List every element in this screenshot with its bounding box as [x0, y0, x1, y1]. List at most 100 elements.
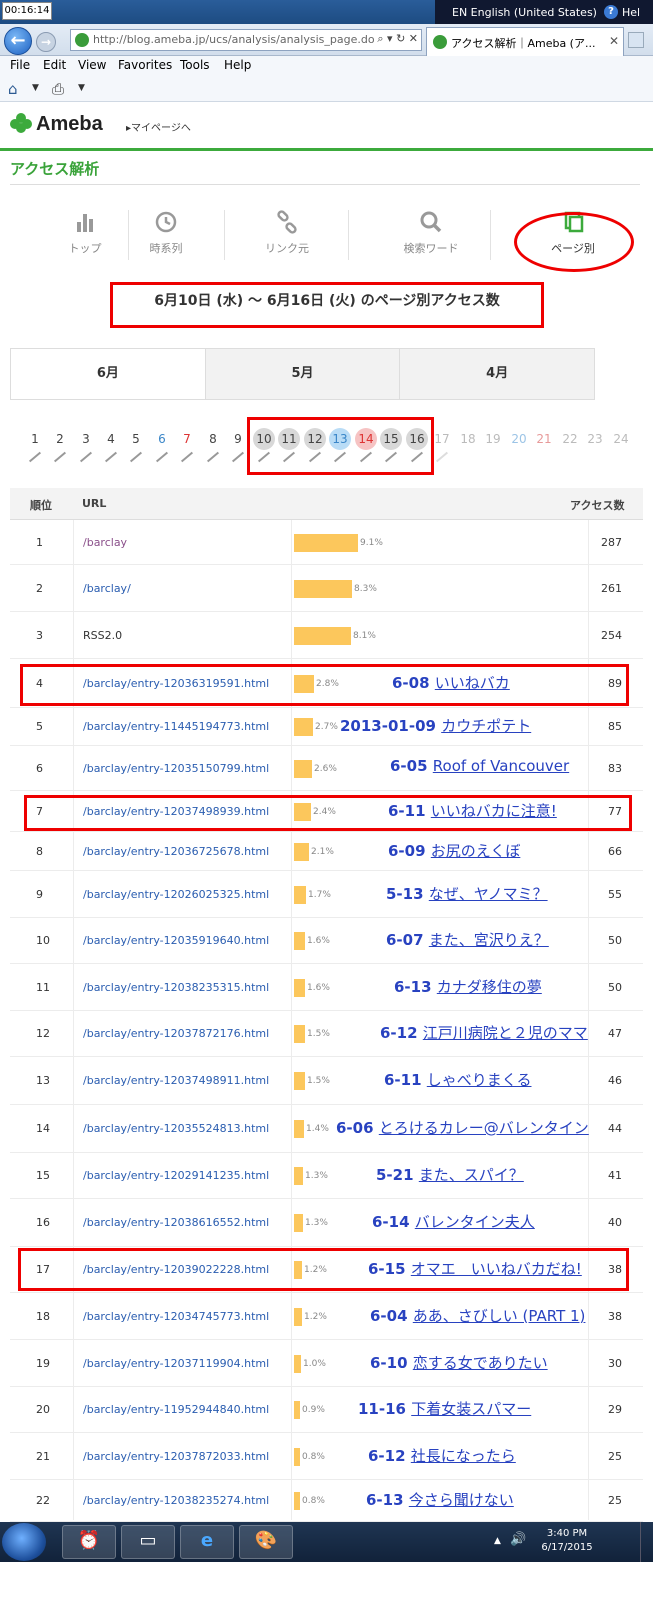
taskbar-ie-app[interactable]: e	[180, 1525, 234, 1559]
row-percentage: 1.5%	[307, 1076, 330, 1086]
row-percentage: 1.3%	[305, 1218, 328, 1228]
day-4[interactable]: 4	[99, 428, 123, 463]
row-url-link[interactable]: /barclay/entry-12038235315.html	[83, 981, 269, 994]
volume-icon[interactable]: 🔊	[510, 1532, 526, 1547]
mypage-link[interactable]: ▸マイページへ	[126, 119, 191, 134]
nav-search-words[interactable]: 検索ワード	[396, 210, 466, 256]
date-range-title: 6月10日 (水) ～ 6月16日 (火) のページ別アクセス数	[154, 293, 500, 309]
row-url-link[interactable]: /barclay/entry-12029141235.html	[83, 1169, 269, 1182]
row-rank: 12	[36, 1027, 50, 1040]
address-bar[interactable]: http://blog.ameba.jp/ucs/analysis/analys…	[70, 29, 422, 51]
menu-edit[interactable]: Edit	[43, 58, 66, 72]
row-url-link[interactable]: /barclay/entry-12026025325.html	[83, 888, 269, 901]
menu-help[interactable]: Help	[224, 58, 251, 72]
row-url-link[interactable]: /barclay/entry-11952944840.html	[83, 1403, 269, 1416]
day-7[interactable]: 7	[175, 428, 199, 463]
annotation-note: 11-16 下着女装スパマー	[358, 1398, 531, 1419]
day-6[interactable]: 6	[150, 428, 174, 463]
menu-favorites[interactable]: Favorites	[118, 58, 172, 72]
row-url-link[interactable]: /barclay/entry-12037498911.html	[83, 1074, 269, 1087]
show-desktop-button[interactable]	[640, 1522, 653, 1562]
annotation-title: しゃべりまくる	[426, 1071, 532, 1089]
table-row: 15/barclay/entry-12029141235.html 1.3% 41 5…	[10, 1153, 643, 1199]
row-url-link[interactable]: /barclay/entry-12035150799.html	[83, 762, 269, 775]
ameba-logo[interactable]: Ameba	[36, 113, 103, 136]
day-2[interactable]: 2	[48, 428, 72, 463]
row-url-link[interactable]: /barclay	[83, 536, 127, 549]
day-1[interactable]: 1	[23, 428, 47, 463]
row-percentage: 0.9%	[302, 1405, 325, 1415]
home-icon[interactable]: ⌂	[8, 80, 18, 98]
row-url-link[interactable]: /barclay/entry-11445194773.html	[83, 720, 269, 733]
row-url-link[interactable]: /barclay/entry-12036725678.html	[83, 845, 269, 858]
annotation-date: 11-16	[358, 1400, 406, 1418]
site-favicon-icon	[75, 33, 89, 47]
day-19: 19	[481, 428, 505, 450]
row-url-link[interactable]: /barclay/entry-12035524813.html	[83, 1122, 269, 1135]
row-url-link[interactable]: /barclay/entry-12037872033.html	[83, 1450, 269, 1463]
tab-june[interactable]: 6月	[11, 349, 205, 399]
ameba-logo-icon[interactable]	[10, 112, 32, 134]
menu-file[interactable]: File	[10, 58, 30, 72]
row-url-link[interactable]: /barclay/	[83, 582, 131, 595]
start-button[interactable]	[2, 1523, 46, 1561]
home-dropdown-icon[interactable]: ▼	[32, 83, 39, 93]
row-access-count: 46	[608, 1074, 622, 1087]
annotation-date: 6-13	[366, 1491, 404, 1509]
row-access-count: 41	[608, 1169, 622, 1182]
menu-tools[interactable]: Tools	[180, 58, 210, 72]
address-tools-icon[interactable]: ⌕ ▾ ↻ ✕	[377, 32, 418, 46]
taskbar-drive-app[interactable]: ▭	[121, 1525, 175, 1559]
tab-april[interactable]: 4月	[399, 349, 595, 399]
day-5[interactable]: 5	[124, 428, 148, 463]
browser-tab[interactable]: アクセス解析｜Ameba (ア... ✕	[426, 27, 624, 56]
annotation-note: 6-09 お尻のえくぼ	[388, 840, 520, 861]
annotation-note: 6-12 社長になったら	[368, 1445, 516, 1466]
row-url-link[interactable]: /barclay/entry-12037119904.html	[83, 1357, 269, 1370]
day-3[interactable]: 3	[74, 428, 98, 463]
tray-expand-icon[interactable]: ▲	[494, 1536, 501, 1546]
nav-separator	[490, 210, 491, 260]
annotation-note: 6-14 バレンタイン夫人	[372, 1211, 535, 1232]
annotation-note: 6-11 しゃべりまくる	[384, 1069, 531, 1090]
access-share-bar	[294, 580, 352, 598]
row-url-link[interactable]: /barclay/entry-12038235274.html	[83, 1494, 269, 1507]
nav-timeseries[interactable]: 時系列	[131, 210, 201, 256]
forward-button[interactable]: →	[36, 32, 56, 52]
taskbar-clock[interactable]: 3:40 PM 6/17/2015	[537, 1527, 597, 1555]
back-button[interactable]: ←	[4, 27, 32, 55]
row-percentage: 1.4%	[306, 1124, 329, 1134]
row-percentage: 8.3%	[354, 584, 377, 594]
nav-referrer[interactable]: リンク元	[252, 210, 322, 256]
taskbar-date: 6/17/2015	[541, 1542, 593, 1553]
row-rank: 21	[36, 1450, 50, 1463]
day-number: 7	[183, 432, 191, 446]
row-url-link[interactable]: /barclay/entry-12037872176.html	[83, 1027, 269, 1040]
new-tab-button[interactable]	[628, 32, 644, 48]
nav-top[interactable]: トップ	[50, 210, 120, 256]
taskbar-paint-app[interactable]: 🎨	[239, 1525, 293, 1559]
access-share-bar	[294, 979, 305, 997]
address-text[interactable]: http://blog.ameba.jp/ucs/analysis/analys…	[93, 33, 375, 46]
print-icon[interactable]: ⎙	[52, 80, 64, 98]
highlight-box	[18, 1248, 629, 1291]
row-url-link[interactable]: /barclay/entry-12034745773.html	[83, 1310, 269, 1323]
annotation-title: なぜ、ヤノマミ？	[428, 885, 548, 903]
taskbar-clock-app[interactable]: ⏰	[62, 1525, 116, 1559]
table-row: 10/barclay/entry-12035919640.html 1.6% 50 6…	[10, 918, 643, 964]
day-8[interactable]: 8	[201, 428, 225, 463]
header-url: URL	[82, 497, 107, 510]
row-access-count: 83	[608, 762, 622, 775]
tab-close-icon[interactable]: ✕	[609, 34, 619, 48]
table-row: 20/barclay/entry-11952944840.html 0.9% 29 1…	[10, 1387, 643, 1433]
row-url-link[interactable]: /barclay/entry-12035919640.html	[83, 934, 269, 947]
row-url-link[interactable]: /barclay/entry-12038616552.html	[83, 1216, 269, 1229]
help-icon[interactable]: ?	[604, 5, 618, 19]
tab-may[interactable]: 5月	[204, 349, 400, 399]
language-indicator[interactable]: EN English (United States)	[452, 6, 597, 19]
print-dropdown-icon[interactable]: ▼	[78, 83, 85, 93]
help-label[interactable]: Hel	[622, 6, 640, 19]
annotation-note: 2013-01-09 カウチポテト	[340, 715, 531, 736]
menu-view[interactable]: View	[78, 58, 106, 72]
pencil-icon	[180, 451, 194, 463]
